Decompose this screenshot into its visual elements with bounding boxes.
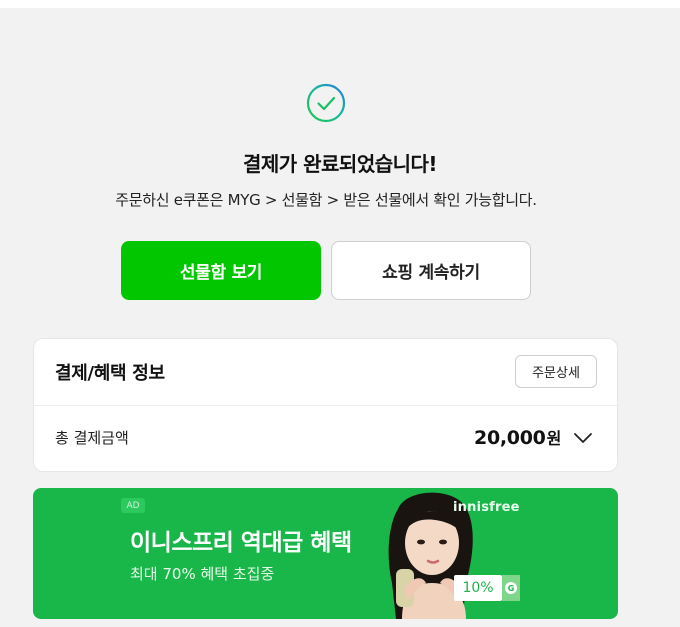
continue-shopping-button[interactable]: 쇼핑 계속하기 [331,241,531,300]
chevron-down-icon[interactable] [572,427,594,449]
page-subtitle: 주문하신 e쿠폰은 MYG > 선물함 > 받은 선물에서 확인 가능합니다. [115,191,537,209]
page-title: 결제가 완료되었습니다! [242,152,438,176]
total-amount-label: 총 결제금액 [55,429,129,447]
payment-complete-page: 결제가 완료되었습니다! 주문하신 e쿠폰은 MYG > 선물함 > 받은 선물… [0,8,680,627]
total-amount-number: 20,000 [474,427,546,449]
payment-info-header: 결제/혜택 정보 주문상세 [34,339,617,406]
ad-banner[interactable]: AD 이니스프리 역대급 혜택 최대 70% 혜택 초집중 innisfree … [33,488,618,619]
g-icon: G [502,575,520,601]
brand-logo: innisfree [453,500,520,515]
order-detail-button[interactable]: 주문상세 [515,355,597,388]
ad-badge: AD [121,498,145,513]
banner-title: 이니스프리 역대급 혜택 [130,530,352,556]
total-amount-unit: 원 [546,429,562,448]
discount-tag: 10% [454,575,502,601]
g-icon-label: G [505,582,517,594]
check-circle-icon [305,82,347,124]
banner-subtitle: 최대 70% 혜택 초집중 [130,565,275,583]
total-amount-value: 20,000원 [474,425,561,449]
view-gift-box-button[interactable]: 선물함 보기 [121,241,321,300]
payment-info-title: 결제/혜택 정보 [55,363,165,384]
payment-info-card: 결제/혜택 정보 주문상세 총 결제금액 20,000원 [33,338,618,472]
